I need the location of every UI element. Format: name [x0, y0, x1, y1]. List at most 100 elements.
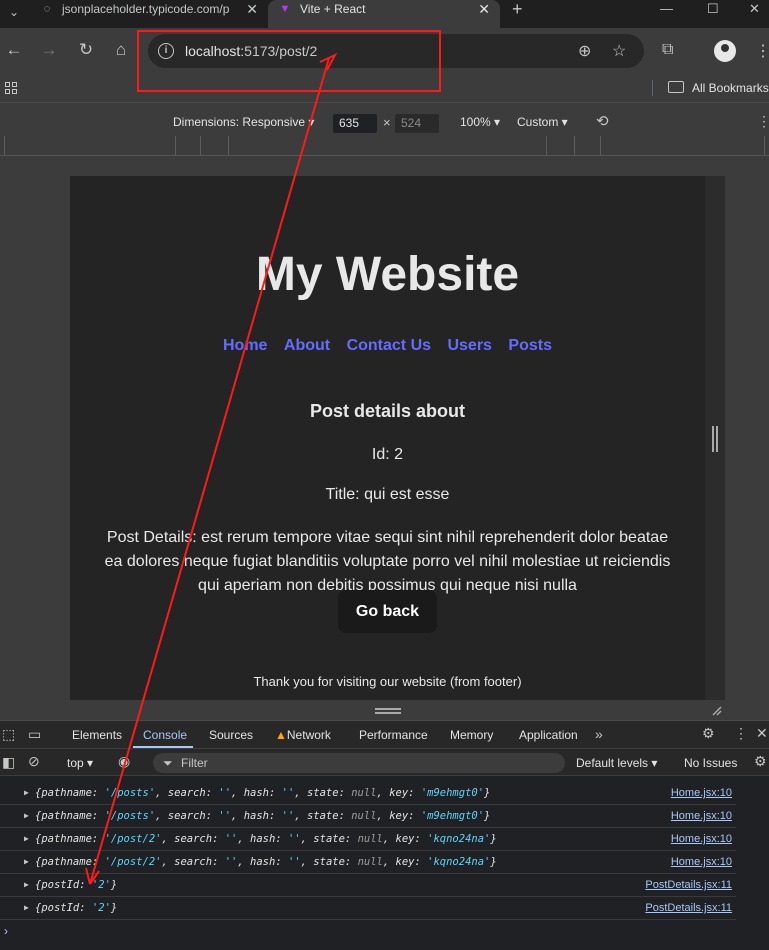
- window-close-icon[interactable]: ✕: [749, 0, 760, 18]
- tab-console[interactable]: Console: [143, 728, 187, 742]
- avatar[interactable]: [714, 40, 736, 62]
- bookmark-star-icon[interactable]: ☆: [612, 41, 626, 61]
- forward-icon[interactable]: →: [38, 40, 60, 60]
- minimize-icon[interactable]: —: [660, 0, 673, 18]
- throttle-select[interactable]: Custom ▾: [517, 115, 568, 129]
- context-select[interactable]: top ▾: [67, 756, 93, 770]
- expand-arrow-icon[interactable]: ▶: [24, 805, 29, 827]
- expand-arrow-icon[interactable]: ▶: [24, 897, 29, 919]
- nav-users-link[interactable]: Users: [447, 337, 491, 354]
- go-back-button[interactable]: Go back: [338, 590, 437, 633]
- eye-icon[interactable]: ◉: [118, 753, 130, 770]
- console-log-row[interactable]: ▶ {pathname: '/posts', search: '', hash: …: [0, 805, 736, 828]
- nav-home-link[interactable]: Home: [223, 337, 267, 354]
- more-options-icon[interactable]: ⋮: [757, 113, 769, 130]
- media-query-ruler: [0, 136, 769, 156]
- more-tabs-icon[interactable]: »: [595, 726, 603, 742]
- globe-icon: ◌: [43, 3, 51, 15]
- log-message: {pathname: '/posts', search: '', hash: '…: [35, 787, 491, 799]
- log-source-link[interactable]: Home.jsx:10: [671, 782, 732, 804]
- tab-elements[interactable]: Elements: [72, 728, 122, 742]
- inspect-element-icon[interactable]: ⬚: [2, 726, 15, 743]
- tab-vite-react[interactable]: ▼ Vite + React ✕: [268, 0, 500, 28]
- log-message: {pathname: '/posts', search: '', hash: '…: [35, 810, 491, 822]
- dimensions-select[interactable]: Dimensions: Responsive ▾: [173, 115, 314, 129]
- resize-corner-icon[interactable]: [710, 704, 722, 716]
- home-icon[interactable]: ⌂: [110, 40, 132, 60]
- log-message: {postId: '2'}: [35, 902, 118, 914]
- tab-network[interactable]: ▲Network: [275, 728, 331, 742]
- clear-console-icon[interactable]: ⊘: [28, 753, 40, 770]
- warning-icon: ▲: [275, 728, 287, 742]
- post-id: Id: 2: [371, 446, 404, 463]
- log-source-link[interactable]: PostDetails.jsx:11: [645, 874, 732, 896]
- zoom-select[interactable]: 100% ▾: [460, 115, 500, 129]
- width-input[interactable]: 635: [333, 114, 377, 133]
- nav-about-link[interactable]: About: [284, 337, 330, 354]
- console-settings-icon[interactable]: ⚙: [754, 753, 767, 770]
- post-heading: Post details about: [309, 401, 466, 421]
- tab-sources[interactable]: Sources: [209, 728, 253, 742]
- log-message: {pathname: '/post/2', search: '', hash: …: [35, 833, 497, 845]
- reload-icon[interactable]: ↻: [75, 40, 97, 60]
- tab-jsonplaceholder[interactable]: ◌ jsonplaceholder.typicode.com/p ✕: [30, 0, 268, 28]
- log-source-link[interactable]: Home.jsx:10: [671, 851, 732, 873]
- nav-contact-link[interactable]: Contact Us: [347, 337, 431, 354]
- expand-arrow-icon[interactable]: ▶: [24, 782, 29, 804]
- all-bookmarks[interactable]: All Bookmarks: [692, 81, 769, 95]
- log-message: {pathname: '/post/2', search: '', hash: …: [35, 856, 497, 868]
- more-options-icon[interactable]: ⋮: [734, 725, 748, 742]
- nav-posts-link[interactable]: Posts: [508, 337, 552, 354]
- console-filter-input[interactable]: ⏷ Filter: [153, 753, 565, 773]
- issues-counter[interactable]: No Issues: [684, 756, 737, 770]
- log-source-link[interactable]: Home.jsx:10: [671, 805, 732, 827]
- console-prompt-icon[interactable]: ›: [4, 924, 8, 938]
- post-body: Post Details: est rerum tempore vitae se…: [104, 529, 671, 594]
- device-toggle-icon[interactable]: ▭: [28, 726, 41, 743]
- divider: [652, 80, 653, 96]
- extensions-icon[interactable]: ⧉: [662, 41, 673, 59]
- maximize-icon[interactable]: ☐: [707, 0, 719, 18]
- rotate-icon[interactable]: ⟲: [596, 112, 609, 130]
- tab-memory[interactable]: Memory: [450, 728, 493, 742]
- console-log-row[interactable]: ▶ {pathname: '/post/2', search: '', hash:…: [0, 828, 736, 851]
- sidebar-toggle-icon[interactable]: ◧: [2, 754, 15, 771]
- folder-icon: [668, 81, 684, 93]
- tab-application[interactable]: Application: [519, 728, 578, 742]
- console-log-row[interactable]: ▶ {pathname: '/posts', search: '', hash: …: [0, 782, 736, 805]
- annotation-highlight-box: [137, 30, 441, 92]
- close-devtools-icon[interactable]: ✕: [756, 725, 768, 742]
- log-levels-select[interactable]: Default levels ▾: [576, 756, 657, 770]
- times-icon: ×: [383, 115, 391, 130]
- console-log-row[interactable]: ▶ {pathname: '/post/2', search: '', hash:…: [0, 851, 736, 874]
- settings-gear-icon[interactable]: ⚙: [702, 725, 715, 742]
- expand-arrow-icon[interactable]: ▶: [24, 828, 29, 850]
- resize-handle-bottom[interactable]: [375, 708, 401, 714]
- zoom-icon[interactable]: ⊕: [578, 41, 591, 61]
- log-source-link[interactable]: Home.jsx:10: [671, 828, 732, 850]
- filter-icon: ⏷: [163, 756, 173, 770]
- tab-search-icon[interactable]: ⌄: [4, 3, 24, 21]
- post-title: Title: qui est esse: [325, 486, 450, 503]
- tab-title: jsonplaceholder.typicode.com/p: [62, 2, 230, 16]
- tab-performance[interactable]: Performance: [359, 728, 428, 742]
- close-icon[interactable]: ✕: [478, 0, 490, 18]
- close-icon[interactable]: ✕: [246, 0, 258, 18]
- menu-icon[interactable]: ⋮: [755, 41, 769, 61]
- resize-handle-right[interactable]: [712, 426, 718, 452]
- page-footer: Thank you for visiting our website (from…: [253, 674, 522, 689]
- console-log-row[interactable]: ▶ {postId: '2'} PostDetails.jsx:11: [0, 874, 736, 897]
- devtools-tabbar: ⬚ ▭ Elements Console Sources ▲Network Pe…: [0, 720, 769, 748]
- new-tab-icon[interactable]: +: [512, 0, 523, 18]
- expand-arrow-icon[interactable]: ▶: [24, 851, 29, 873]
- log-source-link[interactable]: PostDetails.jsx:11: [645, 897, 732, 919]
- console-toolbar: ◧ ⊘ top ▾ ◉ ⏷ Filter Default levels ▾ No…: [0, 748, 769, 776]
- apps-icon[interactable]: [5, 82, 19, 96]
- site-nav: Home About Contact Us Users Posts: [70, 337, 705, 355]
- vite-logo-icon: ▼: [279, 3, 291, 15]
- expand-arrow-icon[interactable]: ▶: [24, 874, 29, 896]
- console-log-row[interactable]: ▶ {postId: '2'} PostDetails.jsx:11: [0, 897, 736, 920]
- height-input[interactable]: 524: [395, 114, 439, 133]
- log-message: {postId: '2'}: [35, 879, 118, 891]
- back-icon[interactable]: ←: [3, 40, 25, 60]
